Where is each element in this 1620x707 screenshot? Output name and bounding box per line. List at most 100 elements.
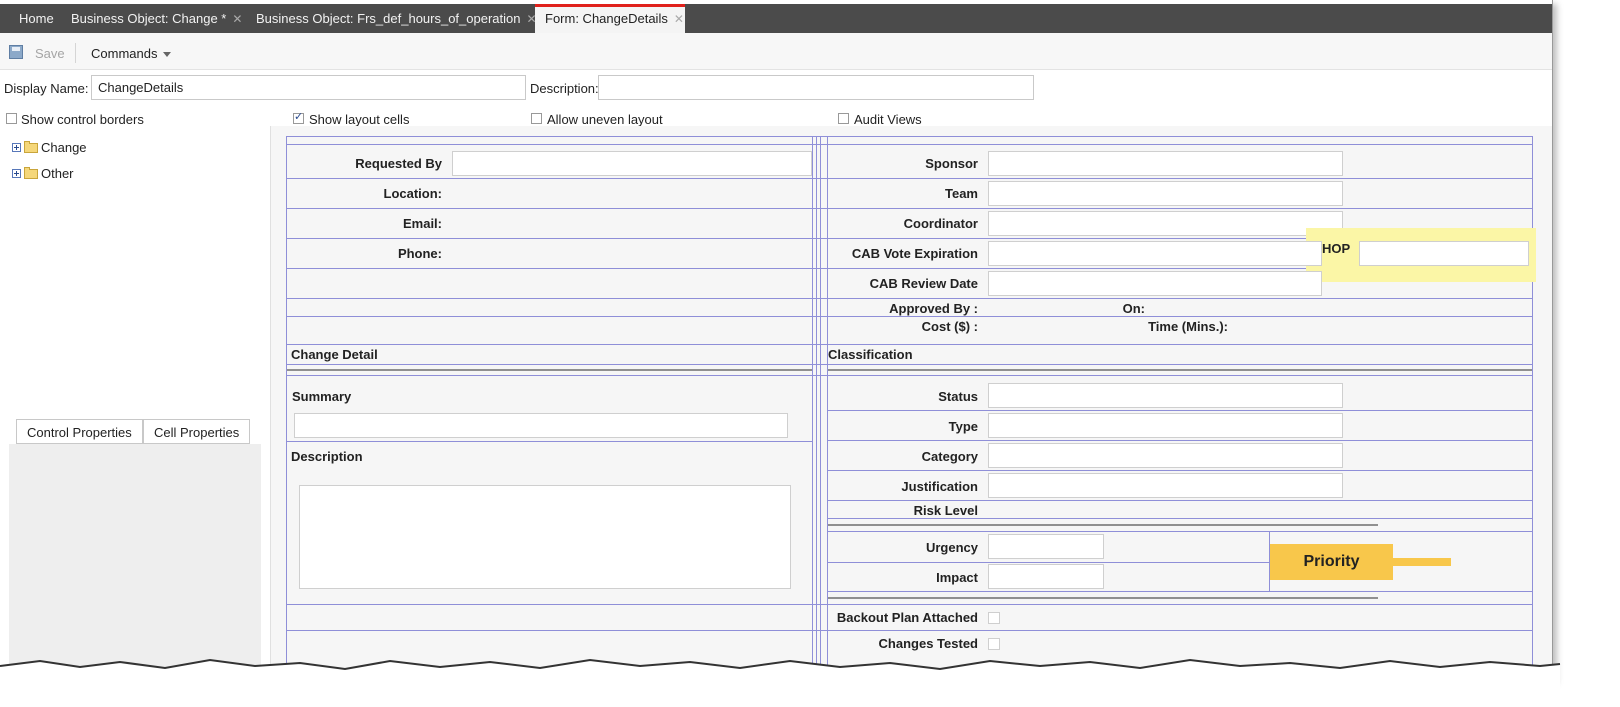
layout-line [828,531,1532,532]
tab-home-label: Home [19,11,54,26]
changes-tested-checkbox[interactable] [988,638,1000,650]
sponsor-input[interactable] [988,151,1343,176]
tab-home[interactable]: Home [9,4,64,33]
tab-label: Business Object: Frs_def_hours_of_operat… [256,11,521,26]
layout-line [286,144,1532,145]
audit-views-checkbox[interactable] [838,113,849,124]
changes-tested-label: Changes Tested [878,636,978,651]
urgency-input[interactable] [988,534,1104,559]
justification-label: Justification [901,479,978,494]
close-icon[interactable]: ✕ [674,12,684,26]
display-name-input[interactable] [91,75,526,100]
sponsor-label: Sponsor [925,156,978,171]
form-designer-window: Home Business Object: Change * ✕ Business… [0,0,1553,680]
email-label: Email: [402,216,442,231]
layout-line [828,500,1532,501]
coordinator-input[interactable] [988,211,1343,236]
group-line [828,369,1532,371]
tree-item-other[interactable]: Other [12,165,74,181]
status-label: Status [938,389,978,404]
risk-level-label: Risk Level [913,503,978,518]
coordinator-label: Coordinator [903,216,978,231]
tab-cell-properties[interactable]: Cell Properties [143,419,251,444]
phone-label: Phone: [397,246,442,261]
commands-menu[interactable]: Commands [91,46,172,61]
team-input[interactable] [988,181,1343,206]
cab-review-date-label: CAB Review Date [869,276,978,291]
cab-vote-expiration-input[interactable] [988,241,1322,266]
folder-icon [24,166,38,179]
audit-views-label: Audit Views [854,112,922,127]
group-line [828,524,1378,526]
layout-line [286,441,812,442]
requested-by-label: Requested By [355,156,442,171]
tab-form-changedetails[interactable]: Form: ChangeDetails ✕ [535,4,685,33]
group-line [828,597,1378,599]
requested-by-input[interactable] [452,151,812,176]
toolbar: Save Commands [0,33,1552,70]
layout-line-vertical [286,136,287,676]
show-control-borders-label: Show control borders [21,112,144,127]
tree-item-change[interactable]: Change [12,139,87,155]
tab-bar: Home Business Object: Change * ✕ Business… [0,4,1552,33]
tab-label: Business Object: Change * [71,11,227,26]
layout-line [828,410,1532,411]
time-label: Time (Mins.): [1148,319,1228,334]
layout-line [286,375,1532,376]
group-line [286,369,812,371]
layout-line-vertical [812,136,813,676]
commands-label: Commands [91,46,158,61]
tree-item-label: Change [41,140,87,156]
layout-line [286,630,1532,631]
backout-plan-label: Backout Plan Attached [836,610,978,625]
impact-input[interactable] [988,564,1104,589]
status-input[interactable] [988,383,1343,408]
tab-business-object-change[interactable]: Business Object: Change * ✕ [61,4,252,33]
expand-icon[interactable] [12,143,21,153]
category-input[interactable] [988,443,1343,468]
classification-heading: Classification [828,347,913,362]
properties-area [9,444,261,680]
display-name-label: Display Name: [4,81,89,96]
on-label: On: [1122,301,1145,316]
layout-line [828,440,1532,441]
cost-label: Cost ($) : [921,319,978,334]
close-icon[interactable]: ✕ [232,12,242,26]
layout-line [286,344,1532,345]
justification-input[interactable] [988,473,1343,498]
toolbar-separator [75,43,76,63]
backout-plan-checkbox[interactable] [988,612,1000,624]
layout-line [286,364,1532,365]
tab-business-object-hours[interactable]: Business Object: Frs_def_hours_of_operat… [246,4,547,33]
expand-icon[interactable] [12,169,21,179]
layout-line [828,562,1269,563]
impact-label: Impact [936,570,978,585]
layout-line [828,518,1532,519]
cab-vote-expiration-label: CAB Vote Expiration [851,246,978,261]
allow-uneven-layout-checkbox[interactable] [531,113,542,124]
show-control-borders-checkbox[interactable] [6,113,17,124]
cab-review-date-input[interactable] [988,271,1322,296]
tree-item-label: Other [41,166,74,182]
save-icon[interactable] [9,45,23,59]
urgency-label: Urgency [925,540,978,555]
type-label: Type [948,419,978,434]
show-layout-cells-label: Show layout cells [309,112,410,127]
hop-label: HOP [1322,241,1351,256]
show-layout-cells-checkbox[interactable] [293,110,304,124]
team-label: Team [945,186,978,201]
save-button[interactable]: Save [35,46,65,61]
summary-input[interactable] [294,413,788,438]
chevron-down-icon [163,52,172,58]
layout-line-vertical [816,136,817,676]
tab-control-properties[interactable]: Control Properties [16,419,143,444]
priority-callout-arrow [1393,558,1451,566]
description-textarea[interactable] [299,485,791,589]
layout-line [828,470,1532,471]
hop-input[interactable] [1359,241,1529,266]
description-input[interactable] [598,75,1034,100]
type-input[interactable] [988,413,1343,438]
layout-line [286,208,1532,209]
layout-line [828,591,1532,592]
layout-line-vertical [827,136,828,676]
